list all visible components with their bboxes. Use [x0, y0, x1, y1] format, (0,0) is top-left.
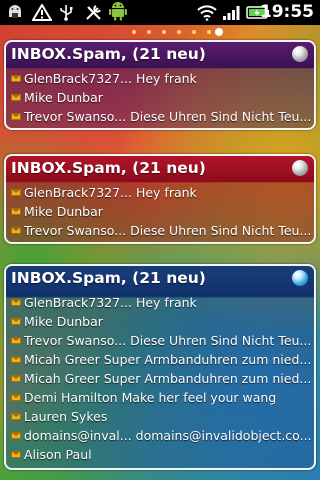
- widget-title: INBOX.Spam, (21 neu): [11, 269, 206, 287]
- page-dot: [192, 30, 196, 34]
- widget-title: INBOX.Spam, (21 neu): [11, 45, 206, 63]
- envelope-icon: [11, 208, 21, 215]
- tools-icon: [84, 4, 104, 21]
- message-list: GlenBrack7327... Hey frank Mike Dunbar T…: [6, 67, 314, 126]
- signal-icon: [222, 4, 242, 21]
- refresh-orb-icon[interactable]: [292, 270, 308, 286]
- message-row[interactable]: Trevor Swanso... Diese Uhren Sind Nicht …: [11, 331, 314, 350]
- message-row[interactable]: Trevor Swanso... Diese Uhren Sind Nicht …: [11, 107, 314, 126]
- message-row[interactable]: GlenBrack7327... Hey frank: [11, 293, 314, 312]
- home-page-indicator: [0, 28, 320, 36]
- status-bar: 19:55: [0, 0, 320, 25]
- page-dot: [177, 30, 181, 34]
- message-row[interactable]: Mike Dunbar: [11, 312, 314, 331]
- android-icon: [108, 2, 128, 21]
- envelope-icon: [11, 94, 21, 101]
- message-row[interactable]: Mike Dunbar: [11, 202, 314, 221]
- refresh-orb-icon[interactable]: [292, 46, 308, 62]
- envelope-icon: [11, 75, 21, 82]
- envelope-icon: [11, 337, 21, 344]
- android-usb-icon: [6, 4, 24, 21]
- envelope-icon: [11, 451, 21, 458]
- wifi-icon: [196, 4, 218, 21]
- page-dot: [132, 30, 136, 34]
- page-dot: [162, 30, 166, 34]
- message-row[interactable]: Alison Paul: [11, 445, 314, 464]
- mail-widget-blue[interactable]: INBOX.Spam, (21 neu) GlenBrack7327... He…: [4, 264, 316, 470]
- envelope-icon: [11, 227, 21, 234]
- message-row[interactable]: Lauren Sykes: [11, 407, 314, 426]
- envelope-icon: [11, 318, 21, 325]
- widget-header[interactable]: INBOX.Spam, (21 neu): [6, 266, 314, 291]
- warning-icon: [32, 4, 52, 21]
- envelope-icon: [11, 189, 21, 196]
- message-row[interactable]: GlenBrack7327... Hey frank: [11, 183, 314, 202]
- mail-widget-red[interactable]: INBOX.Spam, (21 neu) GlenBrack7327... He…: [4, 154, 316, 244]
- page-dot: [207, 30, 211, 34]
- message-row[interactable]: domains@inval... domains@invalidobject.c…: [11, 426, 314, 445]
- message-row[interactable]: Trevor Swanso... Diese Uhren Sind Nicht …: [11, 221, 314, 240]
- widget-title: INBOX.Spam, (21 neu): [11, 159, 206, 177]
- envelope-icon: [11, 299, 21, 306]
- envelope-icon: [11, 432, 21, 439]
- message-row[interactable]: Micah Greer Super Armbanduhren zum nied.…: [11, 350, 314, 369]
- message-row[interactable]: Demi Hamilton Make her feel your wang: [11, 388, 314, 407]
- envelope-icon: [11, 356, 21, 363]
- widget-header[interactable]: INBOX.Spam, (21 neu): [6, 156, 314, 181]
- refresh-orb-icon[interactable]: [292, 160, 308, 176]
- message-list: GlenBrack7327... Hey frank Mike Dunbar T…: [6, 181, 314, 240]
- message-row[interactable]: GlenBrack7327... Hey frank: [11, 69, 314, 88]
- page-dot-active: [215, 28, 223, 36]
- usb-icon: [58, 4, 74, 21]
- envelope-icon: [11, 375, 21, 382]
- envelope-icon: [11, 394, 21, 401]
- envelope-icon: [11, 113, 21, 120]
- page-dot: [147, 30, 151, 34]
- mail-widget-purple[interactable]: INBOX.Spam, (21 neu) GlenBrack7327... He…: [4, 40, 316, 130]
- message-list: GlenBrack7327... Hey frank Mike Dunbar T…: [6, 291, 314, 464]
- status-clock: 19:55: [259, 2, 314, 22]
- envelope-icon: [11, 413, 21, 420]
- widget-header[interactable]: INBOX.Spam, (21 neu): [6, 42, 314, 67]
- message-row[interactable]: Micah Greer Super Armbanduhren zum nied.…: [11, 369, 314, 388]
- message-row[interactable]: Mike Dunbar: [11, 88, 314, 107]
